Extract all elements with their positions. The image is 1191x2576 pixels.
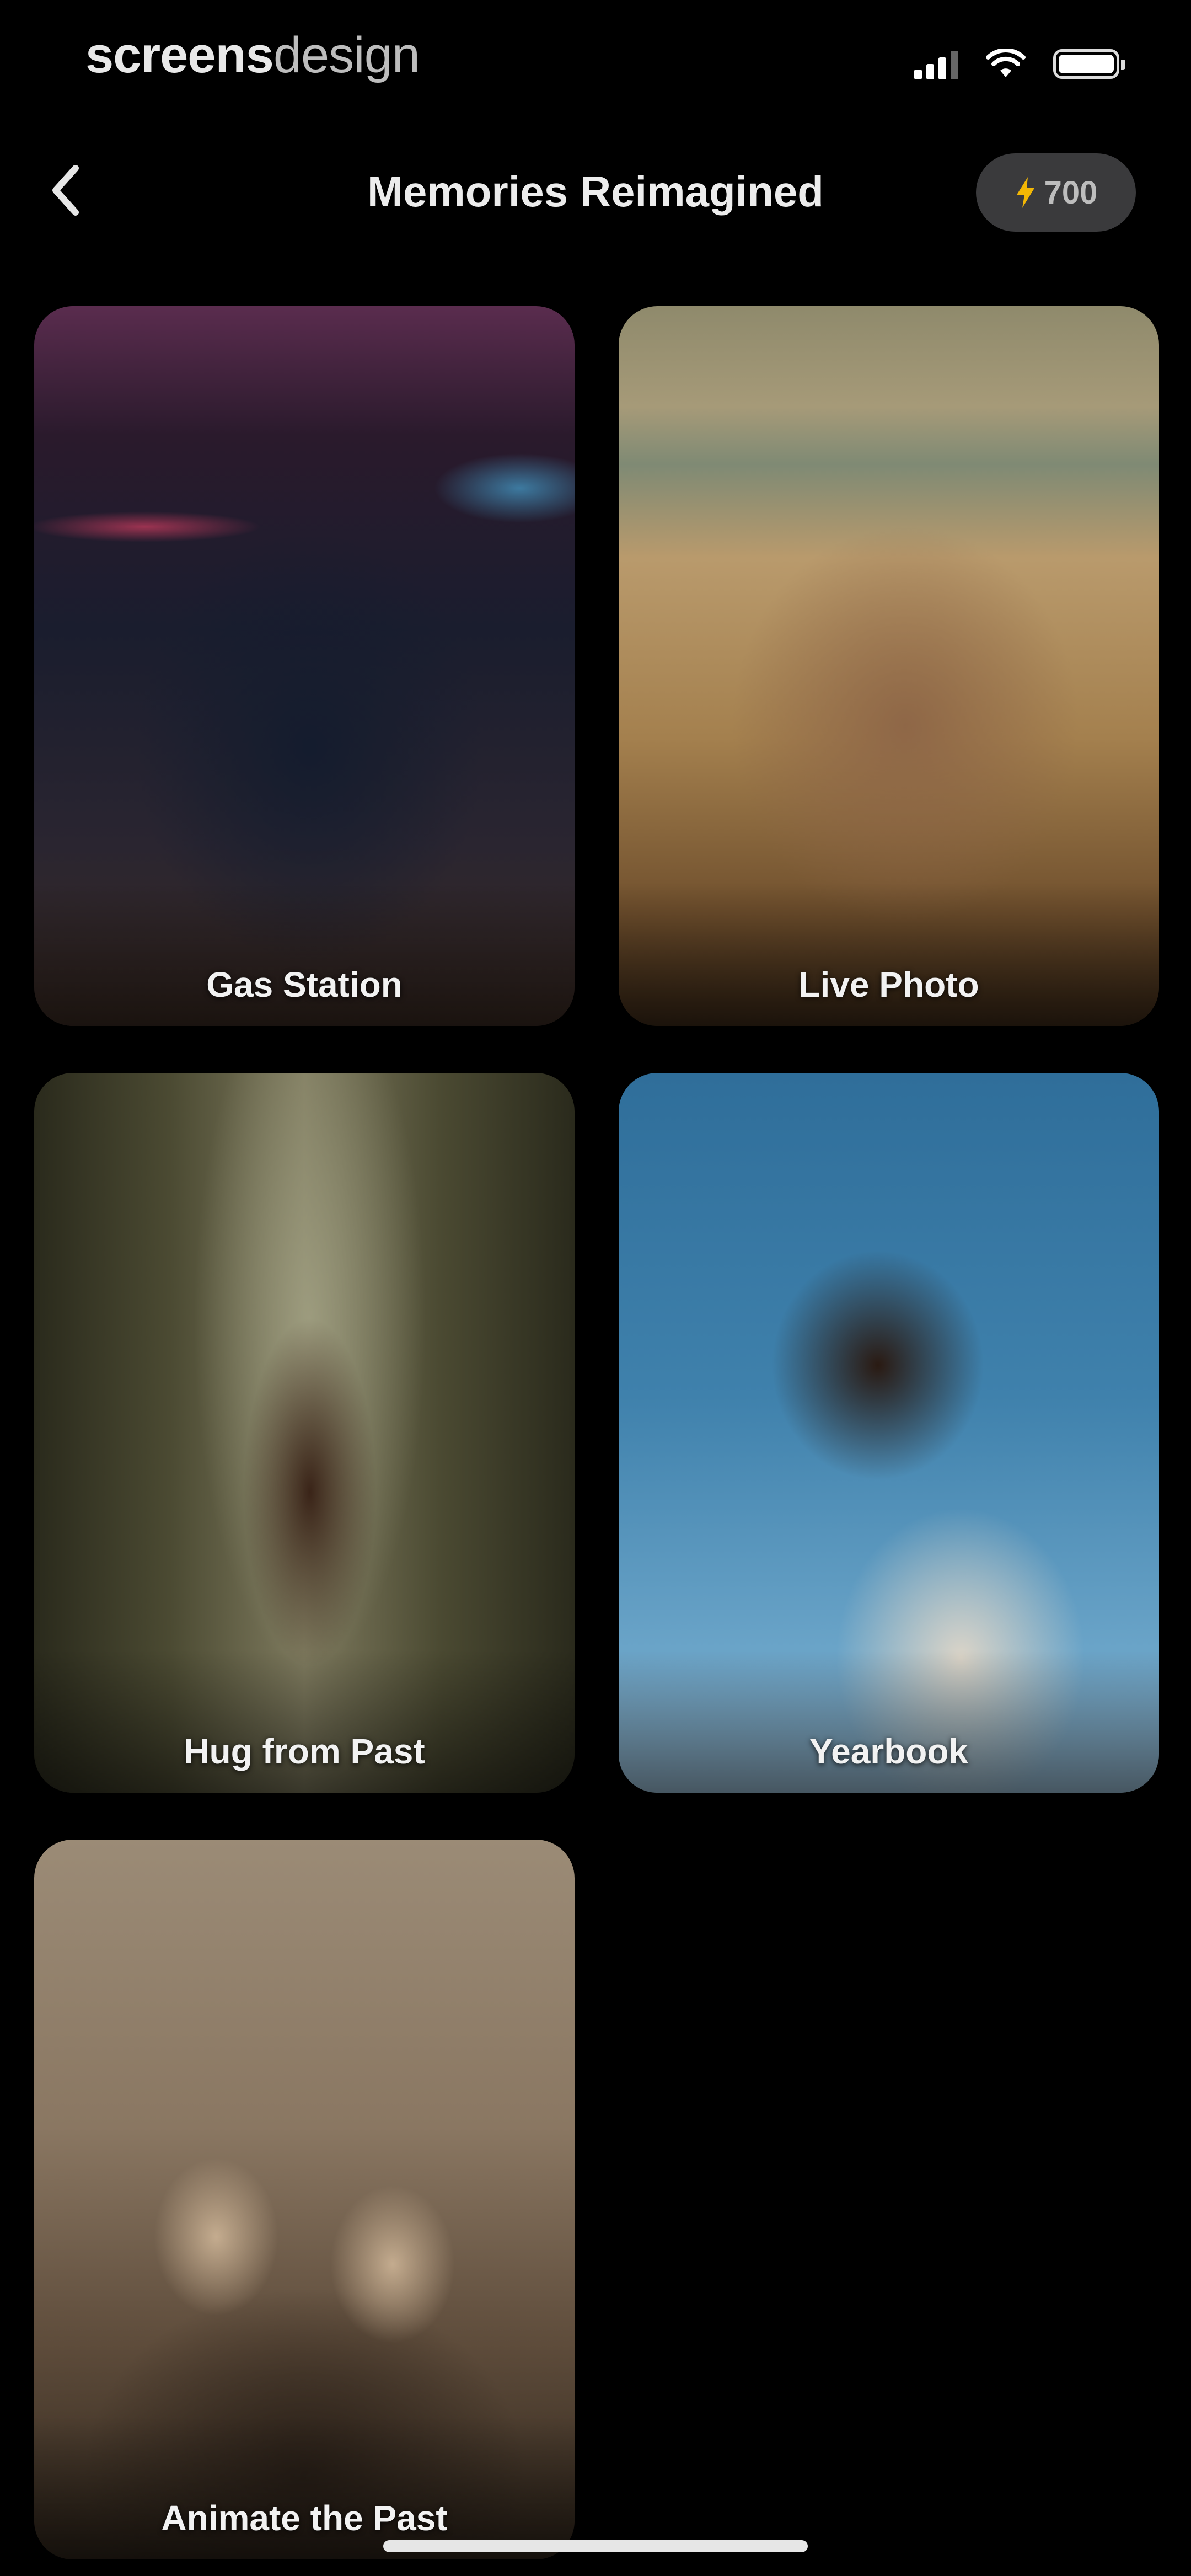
card-label: Live Photo [798, 965, 979, 1004]
card-animate-the-past[interactable]: Animate the Past [34, 1840, 575, 2559]
card-label: Gas Station [206, 965, 403, 1004]
status-icons [914, 49, 1125, 79]
cellular-signal-icon [914, 49, 958, 79]
credits-badge[interactable]: 700 [976, 153, 1136, 232]
wifi-icon [986, 49, 1026, 77]
card-label: Hug from Past [184, 1731, 425, 1771]
brand-bold: screens [85, 27, 274, 83]
card-live-photo[interactable]: Live Photo [619, 306, 1159, 1026]
card-hug-from-past[interactable]: Hug from Past [34, 1073, 575, 1793]
card-label: Yearbook [809, 1731, 969, 1771]
brand-watermark: screensdesign [85, 26, 420, 84]
lightning-bolt-icon [1016, 177, 1034, 208]
card-gas-station[interactable]: Gas Station [34, 306, 575, 1026]
battery-fill [1059, 55, 1114, 73]
card-label: Animate the Past [161, 2498, 448, 2538]
home-indicator[interactable] [383, 2540, 808, 2552]
battery-icon [1053, 49, 1125, 79]
brand-light: design [273, 27, 420, 83]
card-yearbook[interactable]: Yearbook [619, 1073, 1159, 1793]
credits-count: 700 [1044, 174, 1098, 211]
header: Memories Reimagined 700 [0, 143, 1191, 243]
status-bar: screensdesign [0, 0, 1191, 116]
